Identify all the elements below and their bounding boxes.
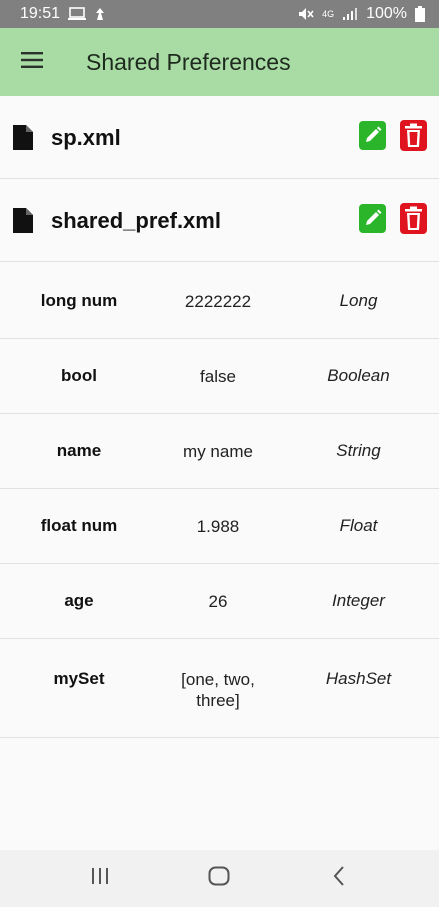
edit-icon <box>359 203 386 238</box>
edit-button[interactable] <box>359 120 386 155</box>
back-button[interactable] <box>309 850 369 907</box>
pref-key: age <box>64 591 94 610</box>
file-row-sp-xml[interactable]: sp.xml <box>0 97 439 179</box>
pref-key: long num <box>40 291 118 310</box>
screen-cast-icon <box>68 7 87 21</box>
navigation-bar <box>0 850 439 907</box>
pref-key: mySet <box>53 669 105 688</box>
pref-value: [one, two, three] <box>181 670 255 710</box>
home-button[interactable] <box>189 850 249 907</box>
delete-button[interactable] <box>400 202 427 239</box>
back-icon <box>332 865 346 892</box>
trash-icon <box>400 119 427 156</box>
trash-icon <box>400 202 427 239</box>
pref-value: 1.988 <box>196 516 240 536</box>
file-actions <box>359 202 427 239</box>
delete-button[interactable] <box>400 119 427 156</box>
pref-value: 26 <box>208 591 228 611</box>
table-row[interactable]: float num 1.988 Float <box>0 489 439 564</box>
table-row[interactable]: mySet [one, two, three] HashSet <box>0 639 439 738</box>
recents-button[interactable] <box>70 850 130 907</box>
pref-key: name <box>56 441 102 460</box>
pref-key: bool <box>61 366 97 385</box>
pref-value: false <box>200 366 236 386</box>
signal-icon <box>342 7 358 21</box>
pref-type: Float <box>339 516 378 535</box>
home-icon <box>208 866 230 891</box>
pref-type: Boolean <box>327 366 390 385</box>
network-type: 4G <box>322 9 335 19</box>
edit-button[interactable] <box>359 203 386 238</box>
file-actions <box>359 119 427 156</box>
page-title: Shared Preferences <box>86 48 291 75</box>
file-name: shared_pref.xml <box>51 207 221 233</box>
status-bar: 19:51 4G 100% <box>0 0 439 28</box>
pref-type: String <box>336 441 381 460</box>
battery-percent: 100% <box>366 5 407 22</box>
pref-value: 2222222 <box>184 291 252 311</box>
pref-key: float num <box>40 516 118 535</box>
recents-icon <box>90 867 110 890</box>
table-row[interactable]: long num 2222222 Long <box>0 264 439 339</box>
screen: 19:51 4G 100% Shared Preferences sp.xml … <box>0 0 439 907</box>
pref-type: Long <box>339 291 378 310</box>
file-icon <box>13 125 35 150</box>
file-icon <box>13 208 35 233</box>
file-row-shared-pref-xml[interactable]: shared_pref.xml <box>0 180 439 262</box>
status-left: 19:51 <box>20 5 106 23</box>
mute-icon <box>298 7 314 21</box>
pref-value: my name <box>183 441 253 461</box>
battery-icon <box>415 6 425 22</box>
menu-button[interactable] <box>0 28 64 96</box>
status-right: 4G 100% <box>298 5 425 23</box>
file-name: sp.xml <box>51 124 121 150</box>
table-row[interactable]: age 26 Integer <box>0 564 439 639</box>
app-bar: Shared Preferences <box>0 28 439 96</box>
hamburger-menu-icon <box>21 51 43 73</box>
pref-type: Integer <box>332 591 385 610</box>
notification-icon <box>94 7 106 21</box>
preferences-table: long num 2222222 Long bool false Boolean… <box>0 264 439 738</box>
table-row[interactable]: bool false Boolean <box>0 339 439 414</box>
table-row[interactable]: name my name String <box>0 414 439 489</box>
status-time: 19:51 <box>20 5 61 22</box>
edit-icon <box>359 120 386 155</box>
pref-type: HashSet <box>325 669 392 688</box>
